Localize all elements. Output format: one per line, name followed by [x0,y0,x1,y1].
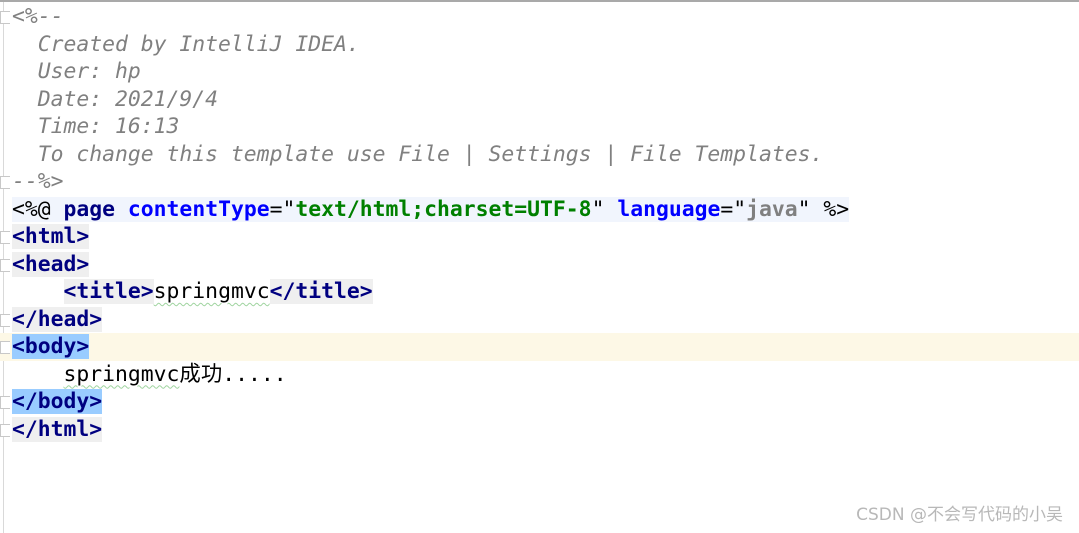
code-token: =" [269,196,296,222]
code-token: Date: 2021/9/4 [12,86,219,112]
code-token: springmvc [153,279,270,304]
code-line[interactable]: <%@ page contentType="text/html;charset=… [12,196,1079,224]
code-line[interactable]: </html> [0,416,1079,444]
code-token: Time: 16:13 [12,114,180,139]
code-token: java [746,196,798,222]
editor-top-border [0,0,1079,2]
code-line[interactable]: --%> [0,168,1079,196]
fold-marker-icon[interactable] [0,231,10,244]
fold-marker-icon[interactable] [0,176,10,189]
code-token [115,196,128,222]
code-line[interactable]: To change this template use File | Setti… [12,141,1079,169]
code-token: </title> [269,279,373,304]
code-line[interactable]: <body> [0,333,1079,361]
code-token: 成功..... [179,361,287,387]
code-token: </html> [12,416,103,442]
code-line[interactable]: <%-- [0,3,1079,31]
code-token: text/html;charset=UTF-8 [295,196,592,222]
code-token: <body> [12,334,90,359]
code-token: </head> [12,306,103,332]
code-editor[interactable]: <%-- Created by IntelliJ IDEA. User: hp … [0,3,1079,444]
code-token: " %> [797,196,850,222]
code-line[interactable]: </body> [0,388,1079,416]
code-token: <html> [12,224,90,249]
code-line[interactable]: Time: 16:13 [12,113,1079,141]
fold-marker-icon[interactable] [0,341,10,354]
fold-marker-icon[interactable] [0,313,10,327]
code-line[interactable]: <head> [0,251,1079,279]
code-token: <head> [12,251,90,277]
fold-marker-icon[interactable] [0,11,10,24]
code-token: =" [720,196,747,222]
code-line[interactable]: <html> [0,223,1079,251]
code-token: <title> [63,279,154,304]
code-token: To change this template use File | Setti… [12,141,824,167]
code-token: springmvc [63,361,180,387]
watermark: CSDN @不会写代码的小吴 [856,505,1063,525]
code-line[interactable]: Created by IntelliJ IDEA. [12,31,1079,59]
code-token: language [617,196,721,222]
fold-marker-icon[interactable] [0,258,10,272]
code-token: --%> [12,169,64,194]
code-line[interactable]: User: hp [12,58,1079,86]
code-token: " [591,196,618,222]
code-token: <%-- [12,4,64,29]
code-line[interactable]: <title>springmvc</title> [12,278,1079,306]
code-token: Created by IntelliJ IDEA. [12,31,360,57]
code-line[interactable]: springmvc成功..... [12,361,1079,389]
code-token: contentType [127,196,270,222]
code-token: </body> [12,389,103,414]
code-token: page [63,196,116,222]
fold-marker-icon[interactable] [0,396,10,409]
code-line[interactable]: </head> [0,306,1079,334]
code-token: User: hp [12,59,141,84]
code-line[interactable]: Date: 2021/9/4 [12,86,1079,114]
code-token: <%@ [12,196,64,222]
fold-marker-icon[interactable] [0,423,10,437]
